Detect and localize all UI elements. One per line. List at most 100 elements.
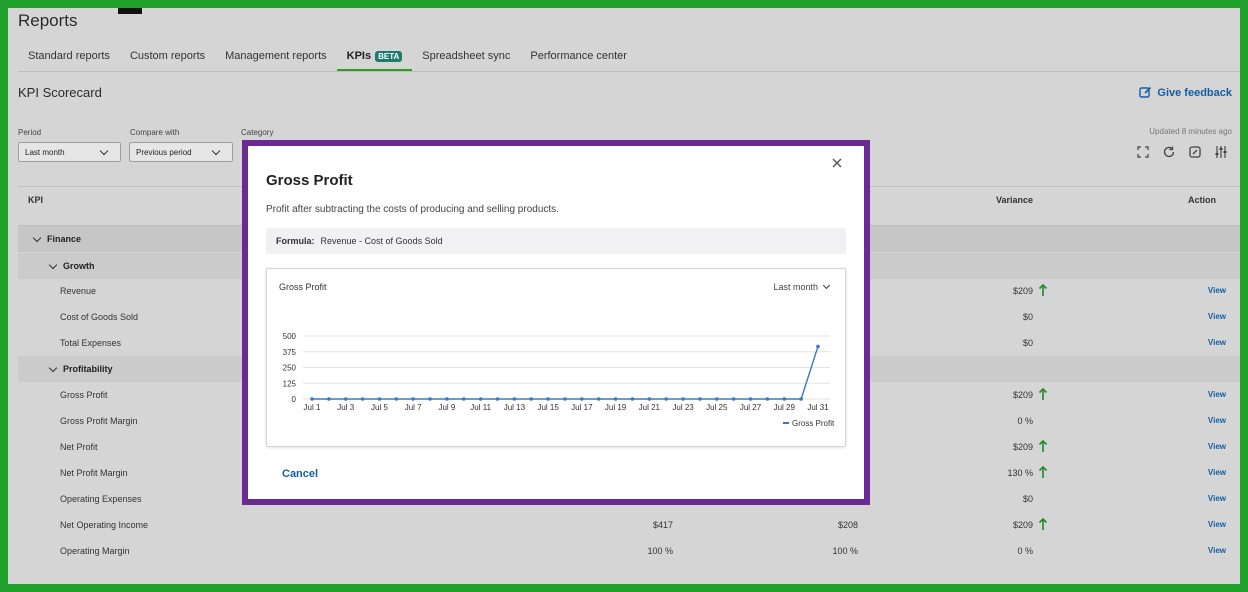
kpi-name: Net Operating Income: [60, 520, 149, 530]
data-point: [394, 397, 399, 401]
data-point: [310, 397, 314, 401]
tab-standard-reports[interactable]: Standard reports: [18, 48, 120, 72]
beta-badge: BETA: [375, 51, 403, 62]
data-point: [596, 397, 601, 401]
comparison-value: $208: [837, 520, 858, 530]
arrow-up-icon: [1038, 387, 1048, 400]
data-point: [630, 397, 635, 401]
chart-title: Gross Profit: [279, 282, 327, 292]
data-point: [664, 397, 668, 401]
tab-custom-reports[interactable]: Custom reports: [120, 48, 215, 72]
x-tick-label: Jul 3: [337, 403, 354, 412]
x-tick-label: Jul 21: [639, 403, 661, 412]
variance-value: $209: [1012, 442, 1033, 452]
variance-value: $209: [1012, 286, 1033, 296]
x-tick-label: Jul 31: [807, 403, 829, 412]
data-point: [428, 397, 432, 401]
data-point: [512, 397, 517, 401]
chevron-down-icon: [32, 233, 42, 242]
series-line-gross-profit: [312, 346, 819, 400]
arrow-up-icon: [1038, 439, 1048, 452]
view-link[interactable]: View: [1208, 494, 1226, 503]
compare-select[interactable]: Previous period: [129, 142, 233, 162]
data-point: [377, 397, 382, 401]
report-tabs: Standard reports Custom reports Manageme…: [18, 48, 637, 72]
variance-value: $0: [1022, 312, 1033, 322]
give-feedback-link[interactable]: Give feedback: [1139, 86, 1232, 99]
y-tick-label: 0: [292, 395, 297, 404]
app-logo: [118, 8, 142, 14]
period-value: Last month: [25, 147, 65, 157]
y-tick-label: 250: [283, 364, 297, 373]
feedback-icon: [1139, 86, 1152, 98]
tab-label: Standard reports: [28, 50, 110, 62]
data-point: [563, 397, 567, 401]
view-link[interactable]: View: [1208, 286, 1226, 295]
view-link[interactable]: View: [1208, 468, 1226, 477]
formula-value: Revenue - Cost of Goods Sold: [320, 236, 443, 246]
expand-icon[interactable]: [1136, 145, 1150, 159]
tab-divider: [18, 71, 1240, 72]
view-link[interactable]: View: [1208, 520, 1226, 529]
data-point: [445, 397, 449, 401]
data-point: [816, 344, 820, 349]
chevron-down-icon: [822, 281, 831, 290]
variance-value: 0 %: [1017, 416, 1033, 426]
cancel-button[interactable]: Cancel: [282, 468, 318, 480]
y-tick-label: 500: [283, 332, 297, 341]
arrow-up-icon: [1038, 283, 1048, 296]
tab-kpis[interactable]: KPIs BETA: [336, 48, 413, 72]
data-point: [546, 397, 550, 401]
data-point: [343, 397, 348, 401]
data-point: [765, 397, 770, 401]
x-tick-label: Jul 15: [537, 403, 559, 412]
gross-profit-chart: 0 125 250 375 500 Jul 1 Jul 3 Jul 5 Jul 7 Jul 9 Ju…: [283, 332, 835, 428]
kpi-name: Net Profit Margin: [60, 468, 128, 478]
variance-value: $0: [1022, 494, 1033, 504]
data-point: [462, 397, 466, 401]
period-label: Period: [18, 128, 42, 137]
chart-card: 0 125 250 375 500 Jul 1 Jul 3 Jul 5 Jul 7 Jul 9 Ju…: [266, 268, 846, 447]
comparison-value: 100 %: [832, 546, 858, 556]
feedback-label: Give feedback: [1157, 86, 1232, 99]
x-tick-label: Jul 1: [304, 403, 321, 412]
x-tick-label: Jul 29: [774, 403, 796, 412]
category-label: Category: [241, 128, 274, 137]
table-row: Net Operating Income $417 $208 $209 View: [18, 512, 1240, 538]
tab-label: Custom reports: [129, 50, 206, 62]
tab-management-reports[interactable]: Management reports: [215, 48, 337, 72]
data-point: [495, 397, 500, 401]
period-select[interactable]: Last month: [18, 142, 121, 162]
view-link[interactable]: View: [1208, 338, 1226, 347]
variance-value: $0: [1022, 338, 1033, 348]
view-link[interactable]: View: [1208, 546, 1226, 555]
chart-period-select[interactable]: Last month: [773, 281, 831, 292]
data-point: [715, 397, 719, 401]
arrow-up-icon: [1038, 465, 1048, 478]
settings-sliders-icon[interactable]: [1214, 145, 1228, 159]
data-point: [748, 397, 753, 401]
scorecard-title: KPI Scorecard: [18, 85, 102, 100]
edit-icon[interactable]: [1188, 145, 1202, 159]
tab-performance-center[interactable]: Performance center: [520, 48, 637, 72]
tab-spreadsheet-sync[interactable]: Spreadsheet sync: [412, 48, 520, 72]
data-point: [478, 397, 483, 401]
view-link[interactable]: View: [1208, 416, 1226, 425]
action-column-header: Action: [1188, 195, 1216, 205]
legend-swatch: [783, 422, 789, 424]
view-link[interactable]: View: [1208, 390, 1226, 399]
kpi-detail-modal: Gross Profit Profit after subtracting th…: [248, 146, 864, 499]
modal-title: Gross Profit: [266, 172, 353, 189]
toolbar: [1136, 145, 1228, 159]
x-tick-label: Jul 7: [405, 403, 422, 412]
refresh-icon[interactable]: [1162, 145, 1176, 159]
kpi-name: Net Profit: [60, 442, 98, 452]
group-label: Growth: [63, 261, 95, 271]
close-icon[interactable]: [830, 156, 844, 170]
x-tick-label: Jul 17: [571, 403, 593, 412]
data-point: [360, 397, 365, 401]
view-link[interactable]: View: [1208, 312, 1226, 321]
view-link[interactable]: View: [1208, 442, 1226, 451]
kpi-name: Cost of Goods Sold: [60, 312, 139, 322]
x-tick-label: Jul 19: [605, 403, 627, 412]
